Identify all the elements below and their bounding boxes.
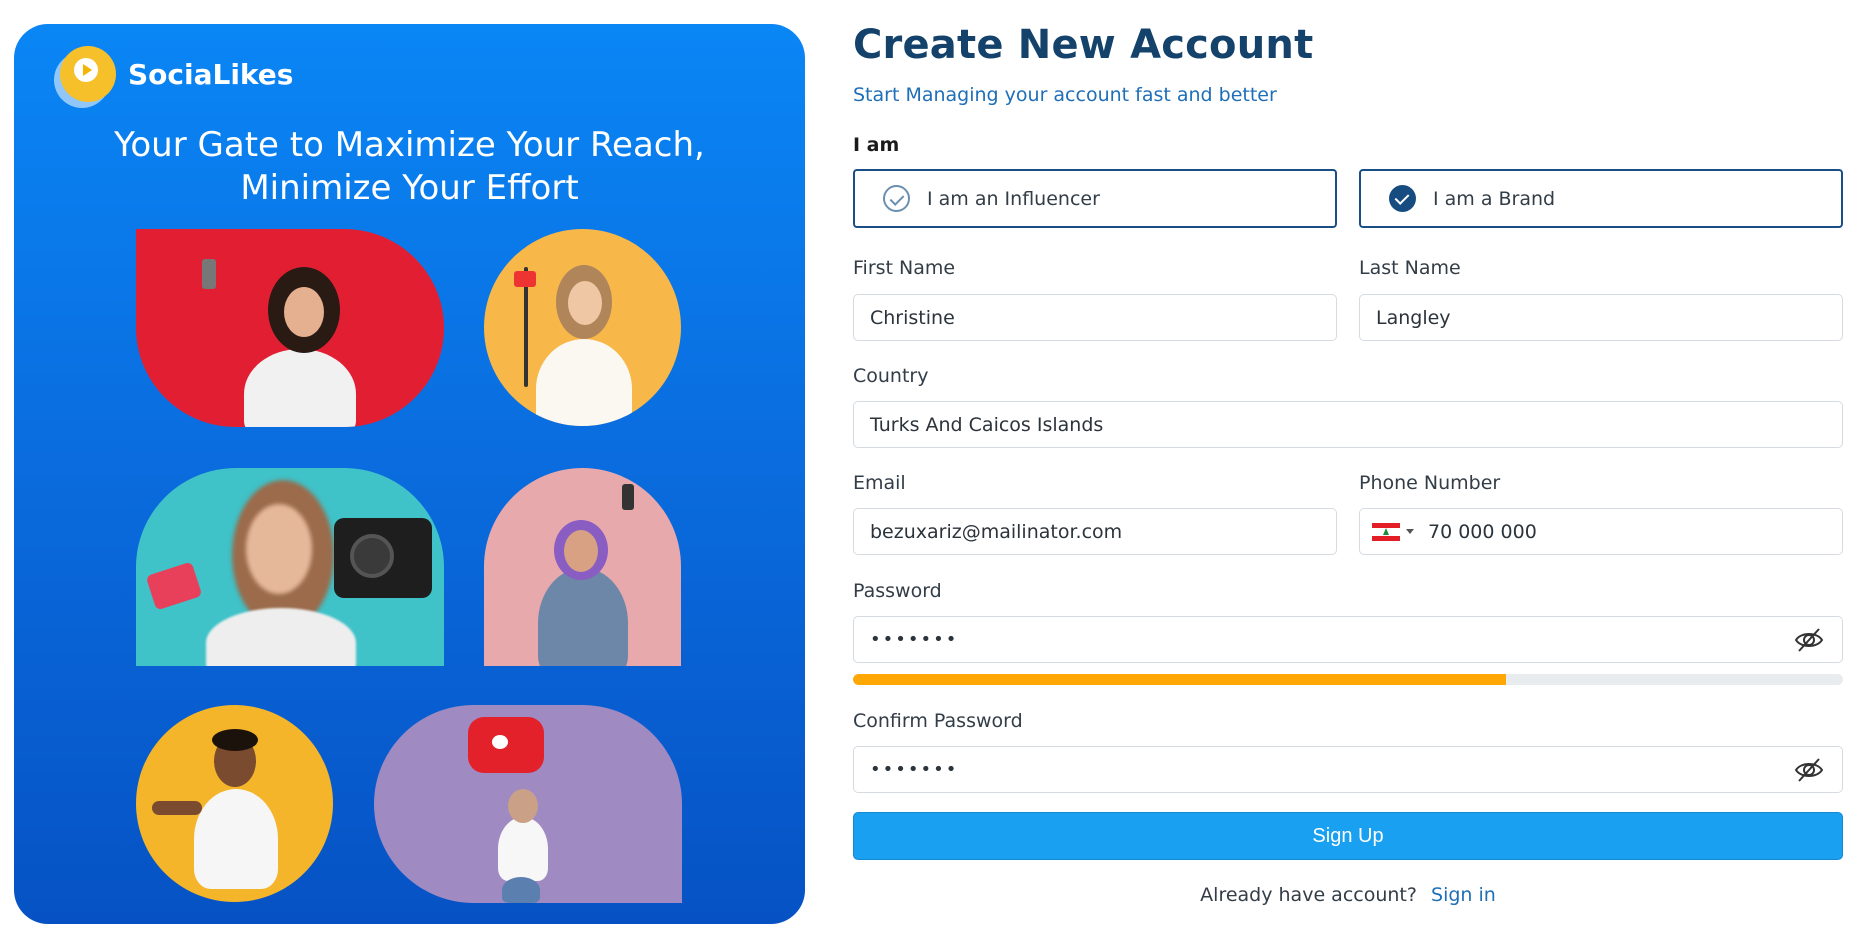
eye-slash-icon[interactable] (1794, 756, 1824, 784)
signin-prompt-text: Already have account? (1200, 884, 1417, 906)
country-field[interactable]: Turks And Caicos Islands (853, 401, 1843, 448)
phone-field[interactable]: 70 000 000 (1359, 508, 1843, 555)
password-value: ••••••• (870, 629, 959, 650)
page-subtitle: Start Managing your account fast and bet… (853, 84, 1277, 106)
confirm-password-label: Confirm Password (853, 710, 1023, 732)
logo: SociaLikes (60, 46, 293, 102)
influencer-photo-2 (484, 229, 681, 426)
email-value: bezuxariz@mailinator.com (870, 520, 1123, 543)
check-circle-icon (1389, 185, 1416, 212)
first-name-label: First Name (853, 257, 956, 279)
tagline-line-2: Minimize Your Effort (240, 168, 579, 208)
influencer-photo-5 (136, 705, 333, 902)
role-option-brand[interactable]: I am a Brand (1359, 169, 1843, 228)
phone-value: 70 000 000 (1428, 520, 1537, 543)
influencer-photo-1 (136, 229, 444, 427)
chevron-down-icon[interactable] (1406, 529, 1414, 534)
influencer-photo-3 (136, 468, 444, 666)
influencer-photo-4 (484, 468, 681, 666)
email-field[interactable]: bezuxariz@mailinator.com (853, 508, 1337, 555)
role-option-label: I am a Brand (1433, 187, 1556, 210)
role-option-label: I am an Influencer (927, 187, 1100, 210)
confirm-password-value: ••••••• (870, 759, 959, 780)
sign-up-button[interactable]: Sign Up (853, 812, 1843, 860)
country-label: Country (853, 365, 929, 387)
country-value: Turks And Caicos Islands (870, 413, 1104, 436)
play-logo-icon (60, 46, 116, 102)
role-option-influencer[interactable]: I am an Influencer (853, 169, 1337, 228)
eye-slash-icon[interactable] (1794, 626, 1824, 654)
first-name-field[interactable]: Christine (853, 294, 1337, 341)
logo-text: SociaLikes (128, 57, 294, 91)
tagline: Your Gate to Maximize Your Reach, Minimi… (14, 124, 805, 210)
last-name-value: Langley (1376, 306, 1451, 329)
lebanon-flag-icon[interactable] (1372, 522, 1400, 541)
marketing-panel: SociaLikes Your Gate to Maximize Your Re… (14, 24, 805, 924)
phone-label: Phone Number (1359, 472, 1501, 494)
tagline-line-1: Your Gate to Maximize Your Reach, (114, 125, 705, 165)
password-label: Password (853, 580, 942, 602)
password-strength-fill (853, 674, 1507, 685)
influencer-photo-6 (374, 705, 682, 903)
signin-prompt: Already have account? Sign in (853, 884, 1843, 906)
sign-in-link[interactable]: Sign in (1431, 884, 1496, 906)
last-name-label: Last Name (1359, 257, 1461, 279)
email-label: Email (853, 472, 906, 494)
password-strength-bar (853, 674, 1843, 685)
first-name-value: Christine (870, 306, 955, 329)
role-label: I am (853, 134, 900, 156)
last-name-field[interactable]: Langley (1359, 294, 1843, 341)
password-field[interactable]: ••••••• (853, 616, 1843, 663)
confirm-password-field[interactable]: ••••••• (853, 746, 1843, 793)
page-title: Create New Account (853, 22, 1314, 68)
check-circle-icon (883, 185, 910, 212)
